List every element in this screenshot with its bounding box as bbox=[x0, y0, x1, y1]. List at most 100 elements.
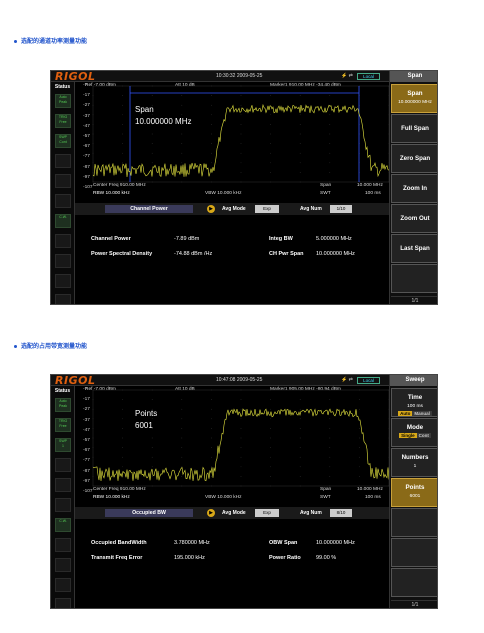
menu-option[interactable]: Auto bbox=[398, 411, 413, 416]
grid-dot bbox=[240, 437, 242, 439]
status-icon bbox=[55, 194, 71, 208]
trace-line bbox=[92, 408, 389, 482]
avg-mode-label: Avg Mode bbox=[222, 510, 246, 516]
menu-option[interactable]: Cont bbox=[416, 433, 431, 438]
status-icon bbox=[55, 274, 71, 288]
arrow-icon[interactable]: ▶ bbox=[207, 509, 215, 517]
status-icon bbox=[55, 498, 71, 512]
menu-button[interactable]: Zero Span bbox=[391, 144, 437, 173]
menu-button[interactable]: Zoom In bbox=[391, 174, 437, 203]
menu-button[interactable] bbox=[391, 264, 437, 293]
avg-num-value[interactable]: 8/10 bbox=[330, 509, 352, 517]
grid-dot bbox=[240, 456, 242, 458]
grid-dot bbox=[151, 466, 153, 468]
status-icon: TRIG Free bbox=[55, 418, 71, 432]
grid-dot bbox=[299, 466, 301, 468]
grid-dot bbox=[299, 476, 301, 477]
menu-button[interactable]: Points 6001 bbox=[391, 478, 437, 507]
center-freq: Center Freq 910.00 MHz bbox=[93, 487, 146, 492]
grid-dot bbox=[329, 456, 331, 458]
grid-dot bbox=[151, 133, 153, 135]
swt-label: SWT bbox=[320, 495, 331, 500]
grid-dot bbox=[122, 466, 123, 468]
grid-dot bbox=[240, 95, 242, 96]
menu-button[interactable] bbox=[391, 568, 437, 597]
grid-dot bbox=[211, 133, 212, 135]
grid-dot bbox=[329, 114, 331, 116]
grid-dot bbox=[151, 162, 153, 164]
grid-dot bbox=[211, 95, 212, 96]
grid-dot bbox=[151, 143, 153, 144]
swt-value: 100 ms bbox=[365, 191, 381, 196]
grid-dot bbox=[240, 143, 242, 144]
grid-dot bbox=[270, 466, 271, 468]
menu-button[interactable]: Zoom Out bbox=[391, 204, 437, 233]
local-button[interactable]: Local bbox=[357, 377, 380, 384]
menu-button[interactable]: Span 10.000000 MHz bbox=[391, 84, 437, 113]
status-icon bbox=[55, 234, 71, 248]
grid-dot bbox=[240, 104, 242, 106]
grid-dot bbox=[270, 399, 271, 400]
avg-mode-value[interactable]: Exp bbox=[255, 205, 279, 213]
grid-dot bbox=[151, 456, 153, 458]
grid-dot bbox=[211, 114, 212, 116]
grid-dot bbox=[211, 162, 212, 164]
avg-mode-value[interactable]: Exp bbox=[255, 509, 279, 517]
menu-button[interactable]: Full Span bbox=[391, 114, 437, 143]
analyzer-screen: RIGOL 10:30:32 2009-05-25 ⚡ ⇄ Local Status Au… bbox=[50, 70, 438, 305]
grid-dot bbox=[122, 172, 123, 173]
caption-channel-power: 选配的通道功率测量功能 bbox=[14, 36, 87, 45]
grid-dot bbox=[329, 143, 331, 144]
result-label: Power Spectral Density bbox=[91, 251, 153, 257]
grid-dot bbox=[240, 172, 242, 173]
vbw: VBW 10.000 kHz bbox=[205, 495, 242, 500]
grid-dot bbox=[181, 476, 183, 477]
grid-dot bbox=[299, 428, 301, 429]
result-value: 10.000000 MHz bbox=[316, 540, 355, 546]
grid-dot bbox=[181, 447, 183, 448]
grid-dot bbox=[270, 152, 271, 154]
result-value: 99.00 % bbox=[316, 555, 337, 561]
span-value: 10.000 MHz bbox=[357, 487, 383, 492]
grid-dot bbox=[359, 456, 360, 458]
avg-num-value[interactable]: 1/10 bbox=[330, 205, 352, 213]
grid-dot bbox=[122, 408, 123, 410]
grid-dot bbox=[299, 437, 301, 439]
top-bar: RIGOL 10:47:08 2009-05-25 ⚡ ⇄ Local bbox=[51, 375, 437, 387]
menu-button[interactable] bbox=[391, 538, 437, 567]
menu-option[interactable]: Manual bbox=[412, 411, 432, 416]
menu-button[interactable] bbox=[391, 508, 437, 537]
grid-dot bbox=[211, 104, 212, 106]
avg-num-label: Avg Num bbox=[300, 510, 322, 516]
grid-dot bbox=[329, 152, 331, 154]
soft-menu: Span Span 10.000000 MHz Full Span Zero Span Z… bbox=[389, 71, 437, 304]
grid-dot bbox=[211, 476, 212, 477]
grid-dot bbox=[240, 114, 242, 116]
menu-button[interactable]: Last Span bbox=[391, 234, 437, 263]
grid-dot bbox=[329, 124, 331, 125]
local-button[interactable]: Local bbox=[357, 73, 380, 80]
grid-dot bbox=[122, 418, 123, 420]
span-label: Span bbox=[320, 183, 332, 188]
usb-icon: ⚡ ⇄ bbox=[341, 377, 353, 383]
grid-dot bbox=[299, 152, 301, 154]
result-label: Channel Power bbox=[91, 236, 131, 242]
menu-button[interactable]: Numbers 1 bbox=[391, 448, 437, 477]
arrow-icon[interactable]: ▶ bbox=[207, 205, 215, 213]
grid-dot bbox=[329, 95, 331, 96]
menu-button[interactable]: Time 100 ms Auto Manual bbox=[391, 388, 437, 417]
grid-dot bbox=[151, 418, 153, 420]
soft-menu: Sweep Time 100 ms Auto Manual Mode Single Cont N… bbox=[389, 375, 437, 608]
grid-dot bbox=[151, 399, 153, 400]
result-value: 3.780000 MHz bbox=[174, 540, 210, 546]
grid-dot bbox=[299, 172, 301, 173]
status-icon: Auto Peak bbox=[55, 398, 71, 412]
menu-button[interactable]: Mode Single Cont bbox=[391, 418, 437, 447]
grid-dot bbox=[270, 437, 271, 439]
grid-dot bbox=[122, 95, 123, 96]
grid-dot bbox=[240, 408, 242, 410]
bullet-icon bbox=[14, 345, 17, 348]
menu-option[interactable]: Single bbox=[399, 433, 417, 438]
grid-dot bbox=[211, 124, 212, 125]
grid-dot bbox=[181, 456, 183, 458]
